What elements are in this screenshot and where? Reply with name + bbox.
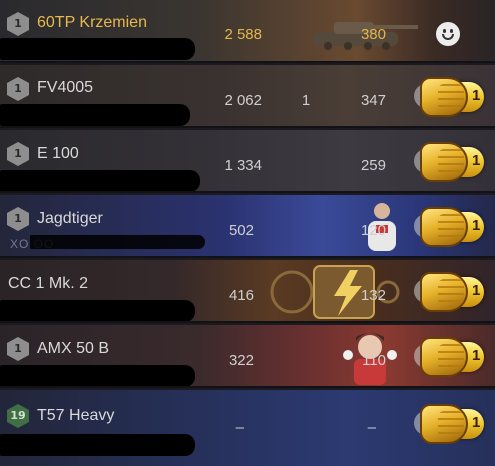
reaction-count: 1 — [472, 87, 481, 104]
damage-value: – — [235, 419, 244, 436]
damage-value: 1 334 — [224, 157, 262, 174]
tier-number: 19 — [10, 409, 26, 422]
vehicle-name: CC 1 Mk. 2 — [8, 275, 89, 292]
damage-value: 416 — [228, 287, 254, 304]
redacted-player-name — [30, 235, 205, 249]
golden-fist-icon[interactable]: 1 — [414, 140, 486, 184]
golden-fist-icon[interactable]: 1 — [414, 205, 486, 249]
golden-fist-icon[interactable]: 1 — [414, 270, 486, 314]
experience-value: 347 — [360, 92, 386, 109]
experience-value: 110 — [362, 352, 386, 369]
vehicle-name: 60TP Krzemien — [37, 14, 147, 31]
tier-number: 1 — [14, 147, 22, 160]
reaction-count: 1 — [472, 217, 481, 234]
redacted-player-name — [0, 365, 195, 386]
tier-number: 1 — [14, 17, 22, 30]
vehicle-name: Jagdtiger — [37, 210, 103, 227]
reaction-count: 1 — [472, 414, 481, 431]
redacted-player-name — [0, 300, 195, 321]
smiley-face-icon[interactable] — [436, 22, 460, 46]
experience-value: 380 — [360, 26, 386, 43]
player-row[interactable]: CC 1 Mk. 2 416 132 1 — [0, 260, 495, 323]
experience-value: – — [367, 419, 376, 436]
vehicle-name: E 100 — [37, 145, 79, 162]
player-row[interactable]: 1 Jagdtiger XO OO 502 120 1 — [0, 195, 495, 258]
vehicle-name: AMX 50 B — [37, 340, 110, 357]
vehicle-name: T57 Heavy — [37, 407, 115, 424]
player-row[interactable]: 19 T57 Heavy – – 1 — [0, 390, 495, 466]
battle-results-board: 1 60TP Krzemien 2 588 380 1 FV4005 2 062… — [0, 0, 495, 466]
redacted-player-name — [0, 170, 200, 191]
reaction-count: 1 — [472, 282, 481, 299]
damage-value: 2 588 — [224, 26, 262, 43]
experience-value: 259 — [360, 157, 386, 174]
damage-value: 322 — [228, 352, 254, 369]
golden-fist-icon[interactable]: 1 — [414, 75, 486, 119]
tier-number: 1 — [14, 82, 22, 95]
kills-value: 1 — [301, 92, 311, 109]
player-row[interactable]: 1 60TP Krzemien 2 588 380 — [0, 0, 495, 63]
experience-value: 132 — [360, 287, 386, 304]
player-row[interactable]: 1 E 100 1 334 259 1 — [0, 130, 495, 193]
damage-value: 502 — [228, 222, 254, 239]
player-row[interactable]: 1 AMX 50 B 322 110 1 — [0, 325, 495, 388]
reaction-count: 1 — [472, 152, 481, 169]
damage-value: 2 062 — [224, 92, 262, 109]
experience-value: 120 — [360, 222, 386, 239]
redacted-player-name — [0, 38, 195, 60]
golden-fist-icon[interactable]: 1 — [414, 402, 486, 446]
reaction-count: 1 — [472, 347, 481, 364]
redacted-player-name — [0, 104, 190, 126]
tier-number: 1 — [14, 212, 22, 225]
redacted-player-name — [0, 434, 195, 456]
player-row[interactable]: 1 FV4005 2 062 1 347 1 — [0, 65, 495, 128]
vehicle-name: FV4005 — [37, 79, 94, 96]
golden-fist-icon[interactable]: 1 — [414, 335, 486, 379]
tier-number: 1 — [14, 342, 22, 355]
